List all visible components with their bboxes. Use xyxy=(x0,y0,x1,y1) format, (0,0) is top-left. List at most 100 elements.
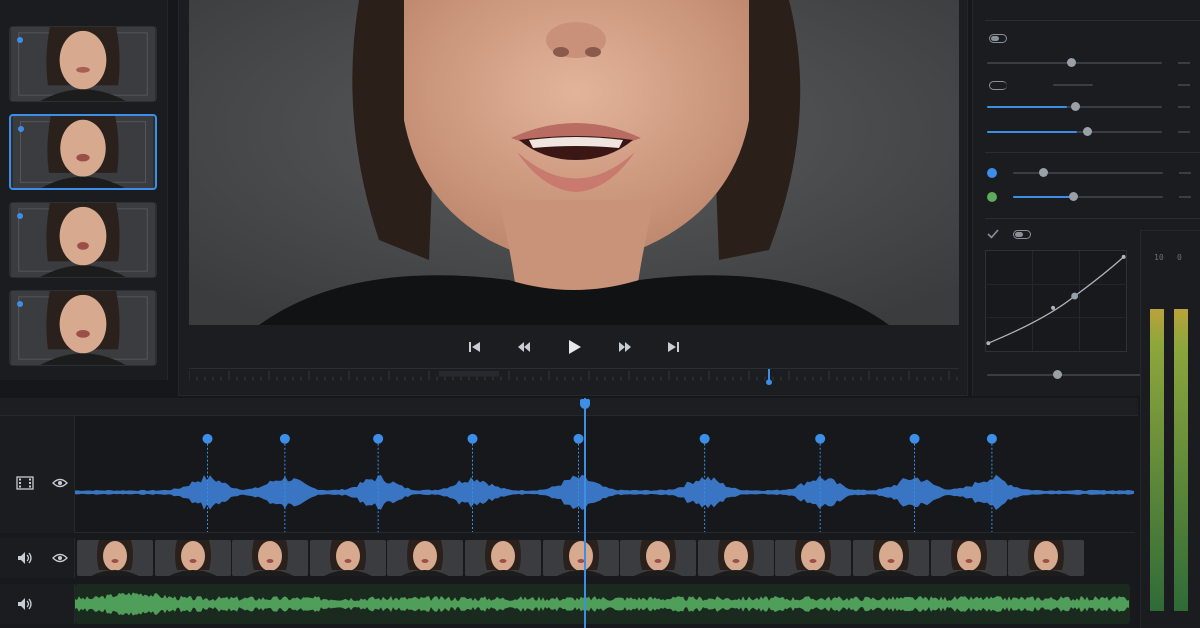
playhead-handle[interactable] xyxy=(580,399,590,409)
audio-waveform xyxy=(75,592,1129,616)
face-thumbnail-image xyxy=(10,203,156,277)
toggle-switch-2[interactable] xyxy=(989,81,1007,90)
filmstrip-frame-7[interactable] xyxy=(542,540,619,576)
scrub-ruler xyxy=(189,369,958,386)
marker-pin-6[interactable] xyxy=(699,433,710,444)
clip-thumbnail-2[interactable] xyxy=(9,114,157,190)
face-frame-image xyxy=(697,540,774,576)
scrub-bar[interactable] xyxy=(189,368,959,386)
clip-list-panel xyxy=(0,0,168,380)
face-frame-image xyxy=(930,540,1007,576)
playhead-line[interactable] xyxy=(584,398,586,628)
meter-label-left: 10 xyxy=(1154,253,1164,262)
face-frame-image xyxy=(232,540,309,576)
filmstrip-frame-1[interactable] xyxy=(77,540,153,576)
curve-point[interactable] xyxy=(1051,305,1056,310)
marker-pin-8[interactable] xyxy=(909,433,920,444)
waveform-marker-track[interactable] xyxy=(75,416,1135,533)
filmstrip-frame-10[interactable] xyxy=(775,540,852,576)
slider-thumb[interactable] xyxy=(1053,370,1062,379)
video-preview[interactable] xyxy=(189,0,959,325)
divider xyxy=(985,152,1200,153)
slider-thumb[interactable] xyxy=(1069,192,1078,201)
viewer-panel xyxy=(178,0,968,396)
face-frame-image xyxy=(154,540,231,576)
filmstrip-frame-12[interactable] xyxy=(930,540,1007,576)
marker-pin-4[interactable] xyxy=(467,433,478,444)
film-icon[interactable] xyxy=(16,476,34,490)
mini-slider[interactable] xyxy=(1053,84,1093,86)
skip-end-icon xyxy=(668,342,679,352)
face-frame-image xyxy=(620,540,697,576)
face-frame-image xyxy=(1008,540,1085,576)
filmstrip-frame-9[interactable] xyxy=(697,540,774,576)
slider-param-2[interactable] xyxy=(985,100,1190,114)
filmstrip-frame-8[interactable] xyxy=(620,540,697,576)
face-closeup-image xyxy=(189,0,959,325)
skip-to-end-button[interactable] xyxy=(663,338,683,356)
eye-icon[interactable] xyxy=(52,552,68,564)
eye-icon[interactable] xyxy=(52,477,68,489)
clip-thumbnail-1[interactable] xyxy=(9,26,157,102)
clip-marker-dot xyxy=(17,213,23,219)
filmstrip-frame-6[interactable] xyxy=(465,540,541,576)
clip-thumbnail-4[interactable] xyxy=(9,290,157,366)
curve-toggle[interactable] xyxy=(1013,230,1031,239)
curve-point[interactable] xyxy=(986,341,991,346)
timeline-ruler[interactable] xyxy=(0,398,1138,416)
video-track-header xyxy=(0,416,75,533)
face-frame-image xyxy=(77,540,153,576)
clip-marker-dot xyxy=(17,301,23,307)
filmstrip-track[interactable] xyxy=(75,538,1135,578)
speaker-icon[interactable] xyxy=(16,597,34,611)
timeline-panel xyxy=(0,398,1138,628)
slider-thumb[interactable] xyxy=(1039,168,1048,177)
waveform xyxy=(75,433,1134,532)
marker-pin-3[interactable] xyxy=(373,433,384,444)
clip-marker-dot xyxy=(17,37,23,43)
skip-start-icon xyxy=(469,342,480,352)
play-button[interactable] xyxy=(564,338,584,356)
filmstrip-frame-3[interactable] xyxy=(232,540,309,576)
marker-pin-5[interactable] xyxy=(573,433,584,444)
slider-thumb[interactable] xyxy=(1067,58,1076,67)
filmstrip-frame-4[interactable] xyxy=(309,540,386,576)
clip-marker-dot xyxy=(18,126,24,132)
filmstrip-frame-13[interactable] xyxy=(1008,540,1085,576)
audio-track-header xyxy=(0,584,75,624)
transport-controls xyxy=(179,334,969,360)
curve-editor[interactable] xyxy=(985,250,1127,352)
slider-thumb[interactable] xyxy=(1071,102,1080,111)
filmstrip-track-header xyxy=(0,538,75,578)
clip-thumbnail-3[interactable] xyxy=(9,202,157,278)
skip-to-start-button[interactable] xyxy=(465,338,485,356)
curve-point[interactable] xyxy=(1121,254,1126,259)
face-thumbnail-image xyxy=(10,27,156,101)
response-curve xyxy=(986,251,1126,351)
marker-pin-1[interactable] xyxy=(202,433,213,444)
divider xyxy=(985,218,1200,219)
speaker-icon[interactable] xyxy=(16,551,34,565)
slider-param-1[interactable] xyxy=(985,56,1190,70)
blue-channel-swatch[interactable] xyxy=(987,168,997,178)
rewind-button[interactable] xyxy=(514,338,534,356)
slider-thumb[interactable] xyxy=(1083,127,1092,136)
slider-green-channel[interactable] xyxy=(1013,190,1191,204)
fast-forward-button[interactable] xyxy=(615,338,635,356)
slider-blue-channel[interactable] xyxy=(1013,166,1191,180)
slider-param-3[interactable] xyxy=(985,125,1190,139)
marker-pin-2[interactable] xyxy=(279,433,290,444)
toggle-switch-1[interactable] xyxy=(989,34,1007,43)
audio-waveform-track[interactable] xyxy=(75,584,1130,624)
curve-point[interactable] xyxy=(1071,292,1079,300)
filmstrip-frame-2[interactable] xyxy=(154,540,231,576)
face-thumbnail-image xyxy=(10,291,156,365)
green-channel-swatch[interactable] xyxy=(987,192,997,202)
marker-pin-7[interactable] xyxy=(815,433,826,444)
marker-pin-9[interactable] xyxy=(986,433,997,444)
face-frame-image xyxy=(309,540,386,576)
checkmark-icon[interactable] xyxy=(987,229,999,239)
filmstrip-frame-11[interactable] xyxy=(853,540,929,576)
filmstrip-frame-5[interactable] xyxy=(387,540,464,576)
rewind-icon xyxy=(518,342,530,352)
